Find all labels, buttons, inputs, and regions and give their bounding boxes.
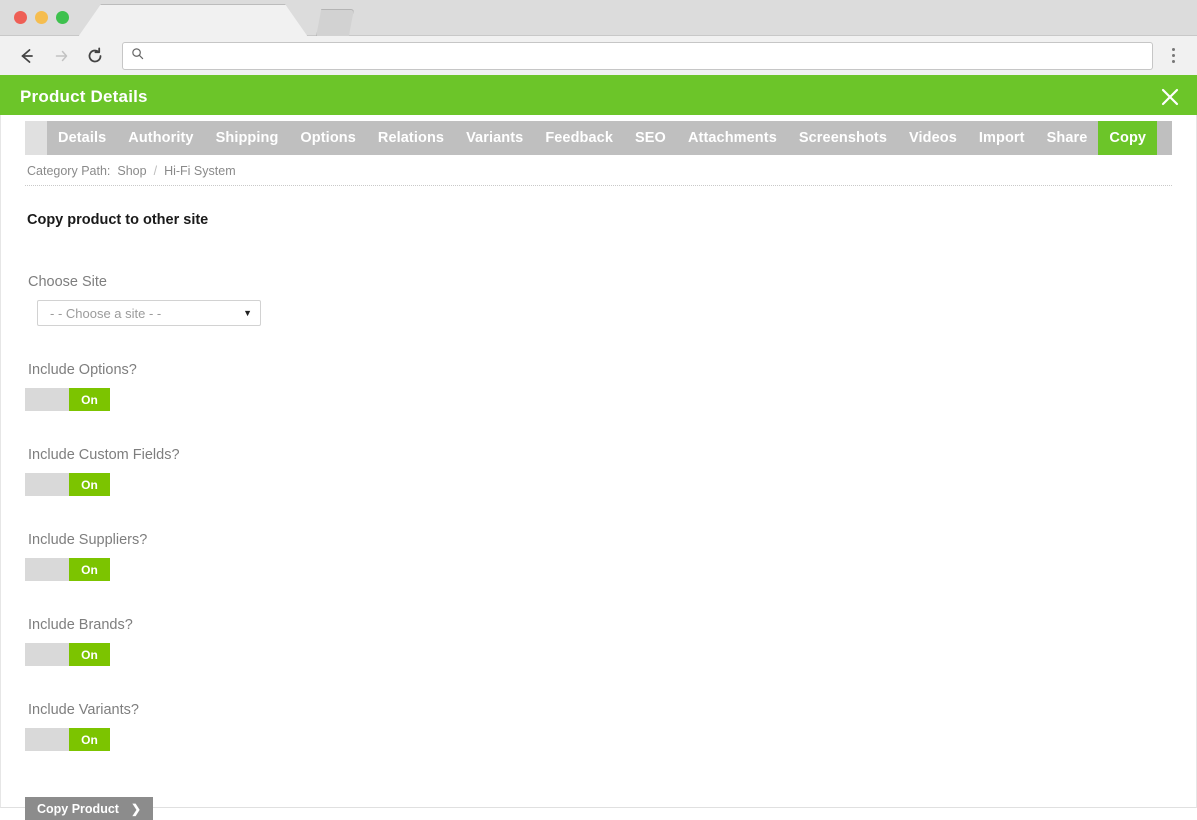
include-variants-label: Include Variants? (28, 702, 139, 718)
tabbar-trailing-spacer (1157, 121, 1172, 155)
include-custom-fields-group: Include Custom Fields? On (25, 447, 1172, 496)
toggle-knob (25, 558, 69, 581)
tab-screenshots[interactable]: Screenshots (788, 121, 898, 155)
tab-videos[interactable]: Videos (898, 121, 968, 155)
toggle-state: On (69, 388, 110, 411)
breadcrumb-item-shop[interactable]: Shop (117, 164, 146, 178)
site-select[interactable]: - - Choose a site - - ▼ (37, 300, 261, 326)
copy-form: Copy product to other site Choose Site -… (1, 186, 1196, 820)
choose-site-label: Choose Site (28, 274, 107, 290)
breadcrumb-item-hifi-system[interactable]: Hi-Fi System (164, 164, 236, 178)
new-tab-button[interactable] (316, 9, 354, 37)
close-icon[interactable] (1157, 84, 1183, 110)
include-suppliers-group: Include Suppliers? On (25, 532, 1172, 581)
tab-variants[interactable]: Variants (455, 121, 534, 155)
choose-site-group: Choose Site - - Choose a site - - ▼ (25, 274, 1172, 326)
include-custom-fields-label: Include Custom Fields? (28, 447, 180, 463)
tab-copy[interactable]: Copy (1098, 121, 1158, 155)
breadcrumb-label: Category Path: (27, 164, 111, 178)
toggle-state: On (69, 473, 110, 496)
toggle-knob (25, 728, 69, 751)
breadcrumb-separator: / (153, 164, 158, 178)
copy-product-button-label: Copy Product (37, 801, 119, 816)
breadcrumb: Category Path: Shop / Hi-Fi System (25, 155, 1172, 186)
tab-shipping[interactable]: Shipping (205, 121, 290, 155)
browser-tab-active[interactable] (78, 4, 308, 37)
toggle-knob (25, 643, 69, 666)
toggle-state: On (69, 728, 110, 751)
kebab-menu-icon[interactable] (1163, 43, 1183, 69)
include-brands-label: Include Brands? (28, 617, 133, 633)
toggle-knob (25, 388, 69, 411)
include-variants-toggle[interactable]: On (25, 728, 110, 751)
tab-authority[interactable]: Authority (117, 121, 204, 155)
include-brands-group: Include Brands? On (25, 617, 1172, 666)
window-close-button[interactable] (14, 11, 27, 24)
site-select-value: - - Choose a site - - (50, 305, 162, 321)
tab-relations[interactable]: Relations (367, 121, 455, 155)
tab-seo[interactable]: SEO (624, 121, 677, 155)
toggle-state: On (69, 558, 110, 581)
app-header: Product Details (0, 78, 1197, 115)
browser-tabstrip (0, 0, 1197, 37)
forward-arrow-icon (46, 41, 76, 71)
toggle-state: On (69, 643, 110, 666)
include-options-label: Include Options? (28, 362, 137, 378)
include-variants-group: Include Variants? On (25, 702, 1172, 751)
window-maximize-button[interactable] (56, 11, 69, 24)
chevron-right-icon: ❯ (130, 801, 142, 816)
section-title: Copy product to other site (27, 212, 209, 228)
include-suppliers-label: Include Suppliers? (28, 532, 148, 548)
window-traffic-lights (14, 11, 69, 24)
browser-toolbar (0, 36, 1197, 78)
tab-share[interactable]: Share (1036, 121, 1099, 155)
address-bar[interactable] (122, 41, 1153, 70)
tabbar-leading-spacer (25, 121, 47, 155)
include-brands-toggle[interactable]: On (25, 643, 110, 666)
tab-attachments[interactable]: Attachments (677, 121, 788, 155)
tab-import[interactable]: Import (968, 121, 1036, 155)
tab-options[interactable]: Options (289, 121, 366, 155)
include-options-group: Include Options? On (25, 362, 1172, 411)
search-icon (131, 47, 144, 65)
chevron-down-icon: ▼ (243, 307, 252, 318)
tab-feedback[interactable]: Feedback (534, 121, 624, 155)
copy-product-button[interactable]: Copy Product ❯ (25, 797, 154, 820)
back-arrow-icon[interactable] (12, 41, 42, 71)
include-suppliers-toggle[interactable]: On (25, 558, 110, 581)
page-title: Product Details (20, 86, 148, 106)
include-custom-fields-toggle[interactable]: On (25, 473, 110, 496)
reload-icon[interactable] (80, 41, 110, 71)
toggle-knob (25, 473, 69, 496)
window-minimize-button[interactable] (35, 11, 48, 24)
include-options-toggle[interactable]: On (25, 388, 110, 411)
browser-window: Product Details Details Authority Shippi… (0, 0, 1197, 820)
page-content: Details Authority Shipping Options Relat… (0, 115, 1197, 820)
product-tabbar: Details Authority Shipping Options Relat… (25, 121, 1172, 155)
tab-details[interactable]: Details (47, 121, 117, 155)
